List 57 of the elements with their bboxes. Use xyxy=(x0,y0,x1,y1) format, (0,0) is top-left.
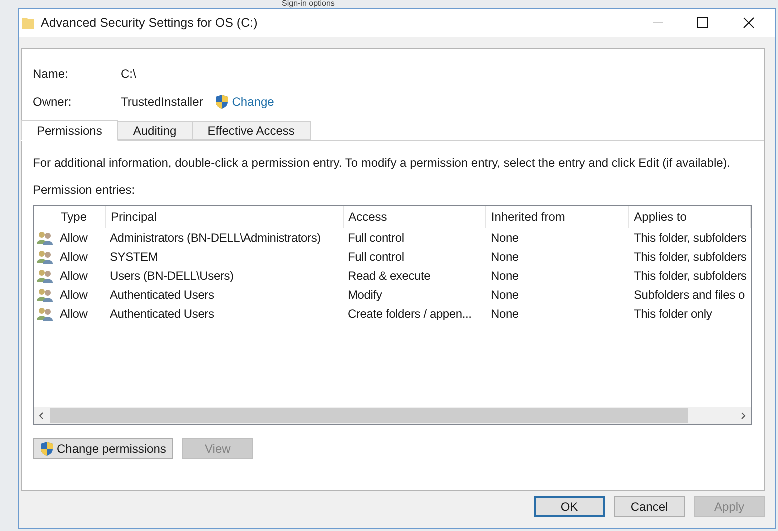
table-cell-text: None xyxy=(490,306,520,322)
column-header[interactable]: Access xyxy=(344,206,486,228)
folder-icon xyxy=(21,16,35,30)
table-cell-text: None xyxy=(490,248,520,266)
table-cell-text: Subfolders and files o xyxy=(633,286,746,304)
column-header[interactable]: Applies to xyxy=(629,206,751,228)
shield-icon xyxy=(40,440,54,456)
table-cell-text: This folder only xyxy=(633,306,714,322)
table-cell-text: SYSTEM xyxy=(109,248,160,266)
tab[interactable]: Permissions xyxy=(21,120,118,141)
table-cell-text: Authenticated Users xyxy=(109,306,216,322)
tab[interactable]: Effective Access xyxy=(192,121,311,140)
table-cell-text: Administrators (BN-DELL\Administrators) xyxy=(109,230,322,246)
table-cell-text: None xyxy=(490,286,520,304)
owner-value: TrustedInstaller xyxy=(121,94,204,111)
table-cell-text: Allow xyxy=(59,230,89,246)
change-owner-link[interactable]: Change xyxy=(232,93,274,111)
table-cell-text: None xyxy=(490,268,520,284)
background-heading: Sign-in options xyxy=(282,0,336,8)
table-cell-text: Allow xyxy=(59,248,89,266)
users-icon xyxy=(37,230,53,244)
table-cell-text: Modify xyxy=(347,286,384,304)
name-value: C:\ xyxy=(121,66,136,83)
column-header[interactable]: Inherited from xyxy=(486,206,630,228)
table-cell-text: This folder, subfolders xyxy=(633,230,748,246)
table-cell-text: Full control xyxy=(347,248,406,266)
entries-label: Permission entries: xyxy=(33,182,136,199)
column-header[interactable]: Principal xyxy=(106,206,344,228)
table-cell-text: Allow xyxy=(59,286,89,304)
table-cell-text: Users (BN-DELL\Users) xyxy=(109,268,235,284)
horizontal-scrollbar[interactable] xyxy=(34,407,751,424)
users-icon xyxy=(37,250,53,264)
users-icon xyxy=(37,306,53,320)
shield-icon xyxy=(215,94,230,110)
owner-label: Owner: xyxy=(33,94,73,111)
table-cell-text: None xyxy=(490,230,520,246)
window-title: Advanced Security Settings for OS (C:) xyxy=(41,14,258,32)
column-header[interactable]: Type xyxy=(56,206,106,228)
table-cell-text: Authenticated Users xyxy=(109,286,216,304)
table-cell-text: Read & execute xyxy=(347,268,432,284)
table-cell-text: Full control xyxy=(347,230,406,246)
scrollbar-thumb[interactable] xyxy=(50,408,688,423)
info-text: For additional information, double-click a permission entry. To modify a permission entry, select the entry and click Edit (if available). xyxy=(33,155,732,172)
close-icon[interactable] xyxy=(743,17,755,29)
table-cell-text: Allow xyxy=(59,268,89,284)
table-cell-text: Create folders / appen... xyxy=(347,306,473,322)
dialog-button[interactable]: OK xyxy=(534,496,605,517)
users-icon xyxy=(37,288,53,302)
table-cell-text: This folder, subfolders xyxy=(633,248,748,266)
dialog-button[interactable]: Cancel xyxy=(614,496,685,517)
name-label: Name: xyxy=(33,66,70,83)
action-button[interactable]: Change permissions xyxy=(33,438,174,459)
table-cell-text: Allow xyxy=(59,306,89,322)
users-icon xyxy=(37,268,53,282)
tab[interactable]: Auditing xyxy=(117,121,193,140)
table-cell-text: This folder, subfolders xyxy=(633,268,748,284)
maximize-icon[interactable] xyxy=(697,17,709,29)
